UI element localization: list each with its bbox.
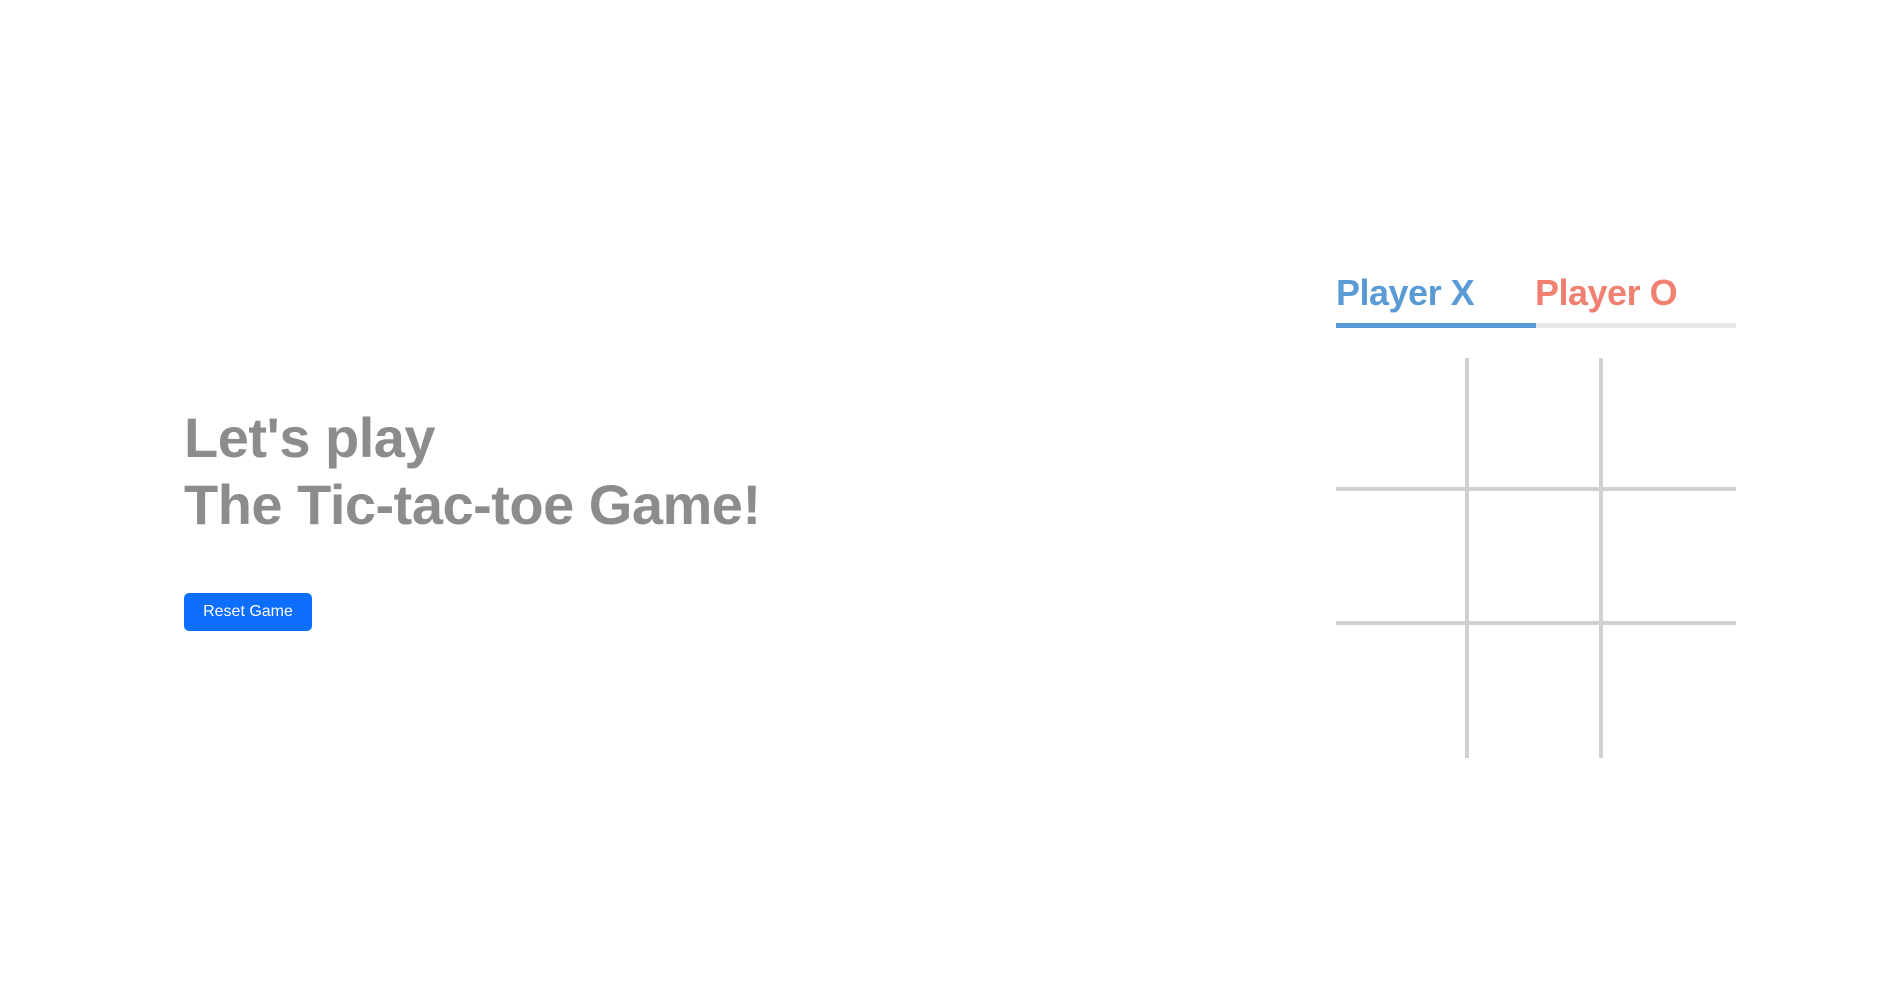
board-cell-2[interactable] (1469, 358, 1603, 492)
player-x-label: Player X (1336, 272, 1475, 313)
reset-game-button[interactable]: Reset Game (184, 593, 312, 631)
title-line-2: The Tic-tac-toe Game! (184, 473, 761, 536)
game-page: Let's play The Tic-tac-toe Game! Reset G… (0, 0, 1899, 996)
game-panel: Player X Player O (1336, 268, 1736, 758)
board-cell-7[interactable] (1336, 624, 1470, 758)
board-cell-1[interactable] (1336, 358, 1470, 492)
board-cell-8[interactable] (1469, 624, 1603, 758)
page-title: Let's play The Tic-tac-toe Game! (184, 404, 761, 538)
board-cell-9[interactable] (1603, 625, 1736, 758)
board-cell-4[interactable] (1336, 491, 1470, 625)
title-line-1: Let's play (184, 406, 436, 469)
game-board (1336, 358, 1736, 758)
board-cell-5[interactable] (1469, 491, 1603, 625)
turn-indicator-track (1336, 323, 1736, 328)
turn-indicator-bar (1336, 323, 1536, 328)
player-o-label: Player O (1535, 272, 1678, 313)
player-indicator: Player X Player O (1336, 268, 1736, 328)
intro-section: Let's play The Tic-tac-toe Game! (184, 404, 761, 538)
board-cell-6[interactable] (1602, 491, 1736, 625)
board-cell-3[interactable] (1602, 358, 1736, 492)
